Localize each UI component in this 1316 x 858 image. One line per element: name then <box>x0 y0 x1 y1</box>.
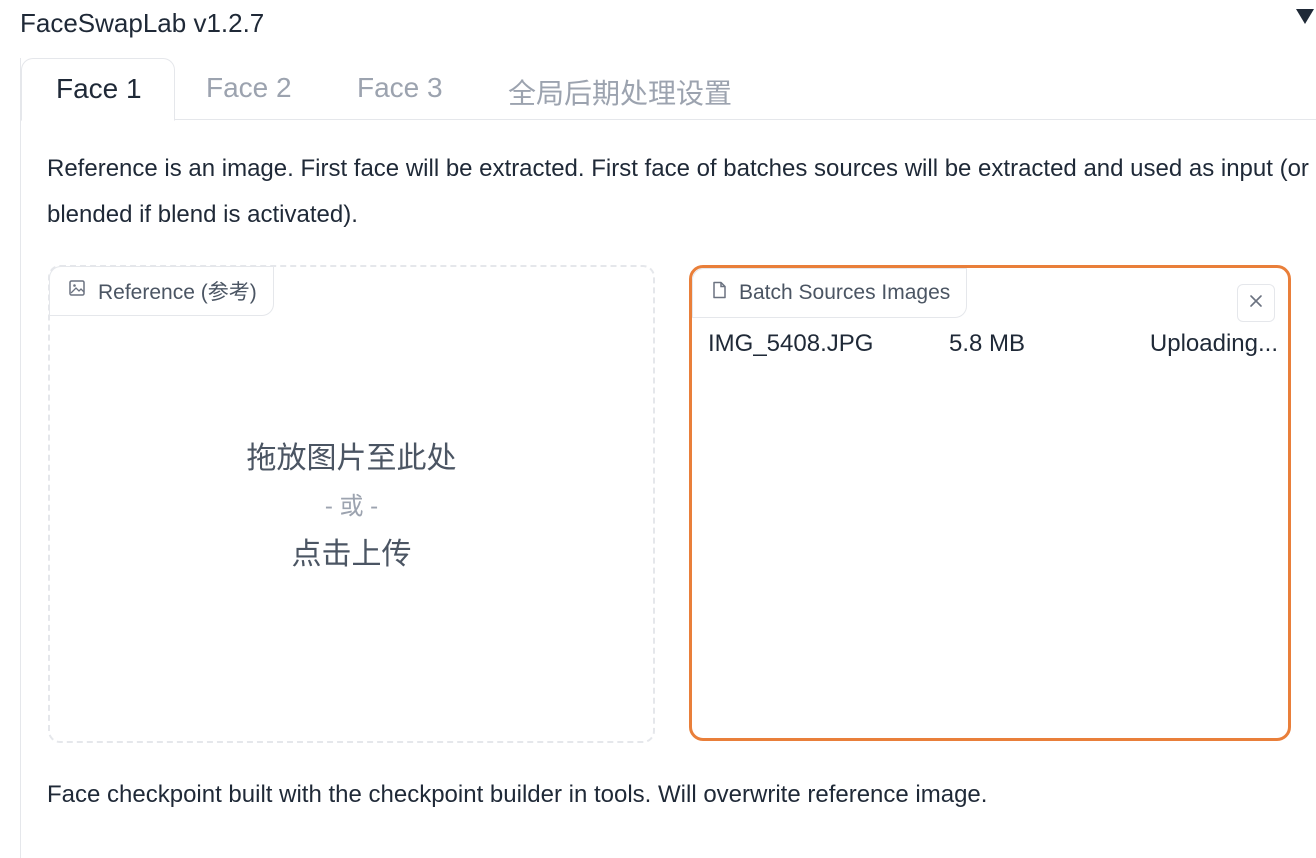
or-separator: - 或 - <box>324 493 379 520</box>
dropzone-text: 拖放图片至此处 - 或 - 点击上传 <box>50 435 653 579</box>
file-name: IMG_5408.JPG <box>708 330 874 357</box>
reference-label: Reference (参考) <box>49 266 274 316</box>
file-icon <box>711 281 727 305</box>
clear-button[interactable] <box>1237 284 1275 322</box>
file-size: 5.8 MB <box>949 330 1026 357</box>
tab-bar: Face 1 Face 2 Face 3 全局后期处理设置 <box>21 58 1316 121</box>
reference-image-upload[interactable]: Reference (参考) 拖放图片至此处 - 或 - 点击上传 <box>48 265 655 743</box>
file-row: IMG_5408.JPG 5.8 MB Uploading... <box>708 330 1278 366</box>
image-icon <box>68 279 86 303</box>
click-upload-text: 点击上传 <box>291 538 412 571</box>
face-swap-panel: Face 1 Face 2 Face 3 全局后期处理设置 Reference … <box>20 58 1316 858</box>
app-title: FaceSwapLab v1.2.7 <box>20 7 265 38</box>
batch-label-text: Batch Sources Images <box>739 281 951 304</box>
batch-sources-upload[interactable]: Batch Sources Images IMG_5408.JPG 5.8 MB… <box>689 265 1291 741</box>
drop-here-text: 拖放图片至此处 <box>246 442 457 475</box>
file-status: Uploading... <box>1149 330 1278 357</box>
checkpoint-description: Face checkpoint built with the checkpoin… <box>47 781 988 808</box>
tab-global-postprocessing[interactable]: 全局后期处理设置 <box>508 58 732 120</box>
reference-label-text: Reference (参考) <box>98 281 257 304</box>
tab-face-3[interactable]: Face 3 <box>357 58 443 120</box>
accordion-header[interactable]: FaceSwapLab v1.2.7 <box>20 6 1316 40</box>
close-icon <box>1249 294 1263 313</box>
batch-label: Batch Sources Images <box>692 268 968 318</box>
tab-face-2[interactable]: Face 2 <box>206 58 292 120</box>
tab-face-1[interactable]: Face 1 <box>21 58 175 121</box>
triangle-down-icon[interactable] <box>1294 4 1316 28</box>
reference-description: Reference is an image. First face will b… <box>47 155 1309 228</box>
